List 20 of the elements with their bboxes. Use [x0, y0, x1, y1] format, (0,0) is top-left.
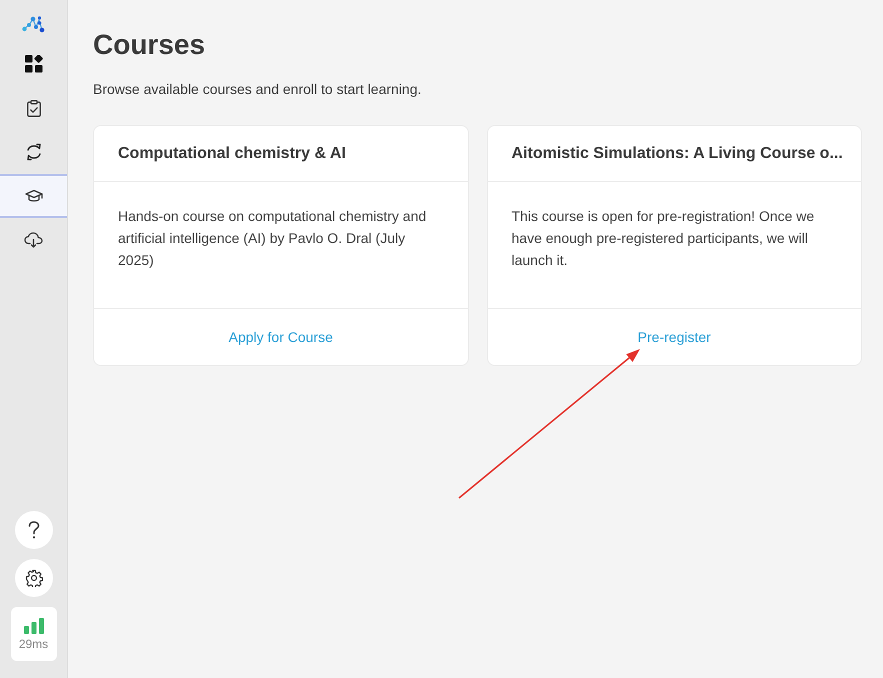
course-description: This course is open for pre-registration! Once we have enough pre-registered participants, we will launch it.: [512, 207, 816, 270]
logo-icon: [22, 15, 46, 34]
help-icon: [28, 521, 40, 539]
page-subtitle: Browse available courses and enroll to start learning.: [93, 80, 422, 99]
settings-icon: [24, 569, 42, 587]
course-description: Hands-on course on computational chemistry and artificial intelligence (AI) by Pavlo O. Dral (July 2025): [118, 207, 428, 270]
course-action-link[interactable]: Pre-register: [638, 327, 711, 347]
course-title: Aitomistic Simulations: A Living Course o...: [512, 144, 843, 164]
graduation-cap-icon: [24, 189, 42, 203]
clipboard-check-icon: [26, 100, 40, 116]
signal-bars-icon: [24, 618, 44, 634]
cloud-download-icon: [24, 232, 43, 248]
help-button[interactable]: [14, 511, 52, 549]
course-action-link[interactable]: Apply for Course: [228, 327, 333, 347]
settings-button[interactable]: [14, 559, 52, 597]
grid-icon: [24, 55, 42, 73]
cycle-arrows-icon: [26, 143, 42, 161]
latency-text: 29ms: [18, 636, 48, 650]
page-title: Courses: [93, 28, 206, 62]
course-title: Computational chemistry & AI: [118, 144, 346, 164]
